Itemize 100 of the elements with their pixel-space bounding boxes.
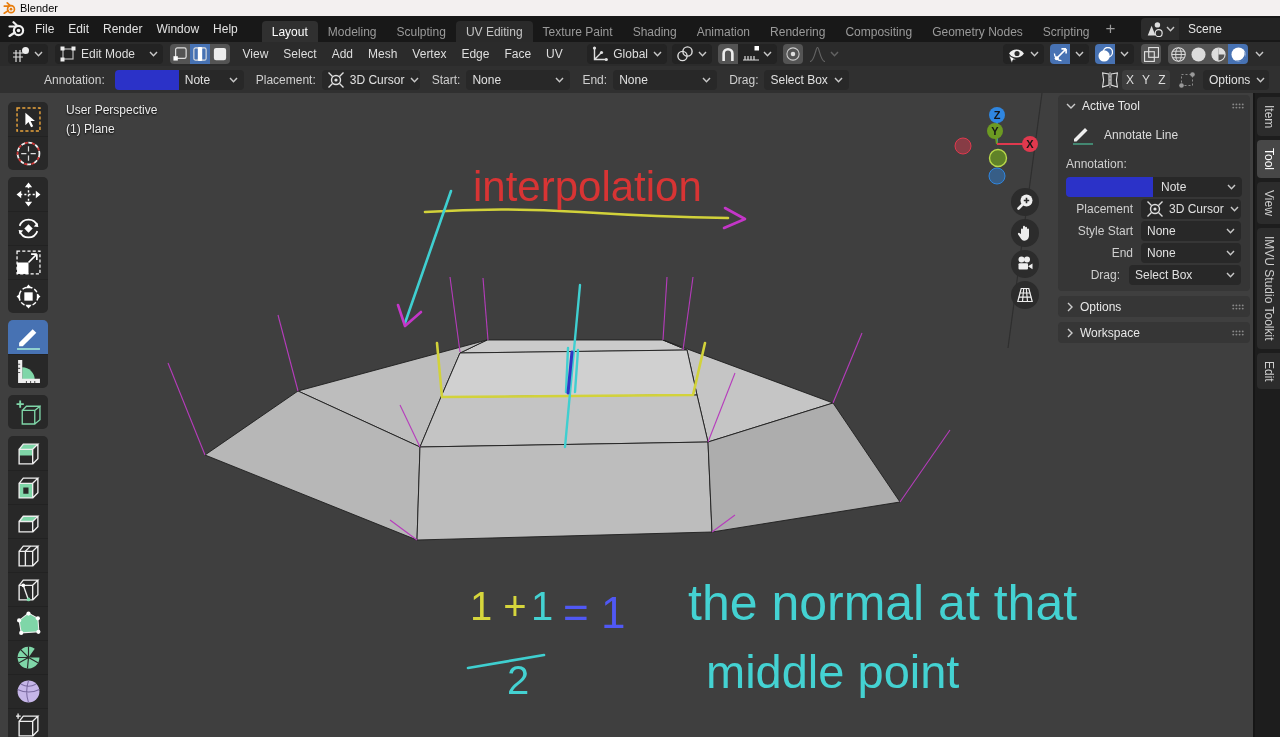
- select-mode-button[interactable]: [170, 44, 190, 64]
- menu-item[interactable]: Window: [149, 18, 207, 40]
- mode-dropdown[interactable]: Edit Mode: [55, 44, 163, 64]
- tool-button[interactable]: [8, 572, 48, 606]
- tool-button[interactable]: [8, 708, 48, 737]
- shading-button[interactable]: [1208, 44, 1228, 64]
- axis-toggle[interactable]: X: [1122, 69, 1138, 90]
- pivot-dropdown[interactable]: [672, 44, 713, 64]
- workspace-tab[interactable]: Sculpting: [386, 21, 456, 42]
- tool-button[interactable]: [8, 177, 48, 211]
- field-label: Drag:: [729, 72, 759, 87]
- dropdown[interactable]: 3D Cursor: [1141, 199, 1241, 219]
- layer-dropdown[interactable]: Note: [178, 69, 244, 90]
- axis-toggle[interactable]: Z: [1154, 69, 1170, 90]
- tool-button[interactable]: [8, 504, 48, 538]
- select-mode-button[interactable]: [210, 44, 230, 64]
- dropdown[interactable]: 3D Cursor: [321, 69, 420, 90]
- tool-button[interactable]: [8, 245, 48, 279]
- menu-item[interactable]: View: [235, 44, 276, 64]
- tool-button[interactable]: [8, 436, 48, 470]
- sidebar-tab[interactable]: Item: [1257, 97, 1280, 137]
- panel-header[interactable]: Options: [1058, 296, 1250, 317]
- scene-name-field[interactable]: Scene: [1179, 18, 1280, 40]
- overlay-dropdown[interactable]: [1115, 44, 1134, 64]
- color-swatch[interactable]: [1066, 177, 1153, 197]
- dropdown[interactable]: None: [613, 69, 718, 90]
- tool-button[interactable]: [8, 640, 48, 674]
- perspective-toggle-button[interactable]: [1011, 281, 1039, 309]
- gizmo-toggle[interactable]: [1050, 44, 1070, 64]
- sidebar-tab[interactable]: Edit: [1257, 352, 1280, 390]
- snap-target-dropdown[interactable]: [738, 44, 778, 64]
- camera-view-button[interactable]: [1011, 250, 1039, 278]
- options-dropdown[interactable]: Options: [1203, 69, 1269, 90]
- menu-item[interactable]: Face: [496, 44, 539, 64]
- workspace-tab[interactable]: Modeling: [317, 21, 387, 42]
- tool-button[interactable]: [8, 354, 48, 388]
- tool-button[interactable]: [8, 674, 48, 708]
- zoom-button[interactable]: [1011, 188, 1039, 216]
- gizmo-dropdown[interactable]: [1070, 44, 1089, 64]
- workspace-tab[interactable]: Geometry Nodes: [922, 21, 1033, 42]
- dropdown[interactable]: Select Box: [764, 69, 849, 90]
- tool-button[interactable]: [8, 136, 48, 170]
- shading-button[interactable]: [1228, 44, 1248, 64]
- menu-item[interactable]: Add: [324, 44, 361, 64]
- menu-item[interactable]: Help: [206, 18, 245, 40]
- menu-item[interactable]: Vertex: [404, 44, 454, 64]
- panel-header[interactable]: Active Tool: [1058, 95, 1250, 116]
- sidebar-tab[interactable]: IMVU Studio Toolkit: [1257, 228, 1280, 349]
- shading-button[interactable]: [1168, 44, 1188, 64]
- workspace-tab[interactable]: UV Editing: [455, 21, 533, 42]
- workspace-tab[interactable]: Texture Paint: [532, 21, 623, 42]
- negative-axis-handle[interactable]: [988, 167, 1006, 185]
- tool-button[interactable]: [8, 211, 48, 245]
- vertex-select-icon: [173, 47, 187, 61]
- pan-button[interactable]: [1011, 219, 1039, 247]
- snap-toggle[interactable]: [718, 44, 739, 64]
- scene-selector[interactable]: [1141, 18, 1179, 40]
- editor-type-dropdown[interactable]: [8, 44, 48, 64]
- workspace-tab[interactable]: Layout: [261, 21, 318, 42]
- tool-button[interactable]: [8, 538, 48, 572]
- menu-item[interactable]: Select: [275, 44, 325, 64]
- workspace-tab[interactable]: Animation: [686, 21, 761, 42]
- mesh-drawing[interactable]: [204, 339, 901, 541]
- negative-axis-handle[interactable]: [988, 148, 1008, 168]
- tool-button[interactable]: [8, 606, 48, 640]
- tool-button[interactable]: [8, 279, 48, 313]
- workspace-tab[interactable]: Shading: [622, 21, 687, 42]
- menu-item[interactable]: Edit: [61, 18, 97, 40]
- layer-dropdown[interactable]: Note: [1153, 177, 1242, 197]
- menu-item[interactable]: File: [28, 18, 62, 40]
- workspace-tab[interactable]: Rendering: [760, 21, 836, 42]
- sidebar-tab[interactable]: Tool: [1257, 140, 1280, 179]
- axis-toggle[interactable]: Y: [1138, 69, 1154, 90]
- add-workspace-button[interactable]: +: [1105, 18, 1116, 40]
- overlay-toggle[interactable]: [1095, 44, 1115, 64]
- dropdown[interactable]: Select Box: [1129, 265, 1241, 285]
- menu-item[interactable]: UV: [538, 44, 571, 64]
- menu-item[interactable]: Mesh: [360, 44, 405, 64]
- visibility-dropdown[interactable]: [1003, 44, 1044, 64]
- workspace-tab[interactable]: Scripting: [1032, 21, 1100, 42]
- dropdown[interactable]: None: [466, 69, 571, 90]
- tool-button[interactable]: [8, 102, 48, 136]
- tool-button[interactable]: [8, 395, 48, 429]
- panel-header[interactable]: Workspace: [1058, 322, 1250, 343]
- crosshair-icon: [15, 141, 41, 166]
- proportional-editing-toggle[interactable]: [783, 44, 804, 64]
- xray-toggle[interactable]: [1141, 44, 1161, 64]
- workspace-tab[interactable]: Compositing: [835, 21, 923, 42]
- color-swatch[interactable]: [114, 69, 179, 90]
- orientation-dropdown[interactable]: Global: [587, 44, 668, 64]
- tool-button[interactable]: [8, 470, 48, 504]
- select-mode-button[interactable]: [190, 44, 210, 64]
- menu-item[interactable]: Edge: [453, 44, 497, 64]
- menu-item[interactable]: Render: [96, 18, 150, 40]
- 3d-viewport[interactable]: [0, 93, 1253, 737]
- dropdown[interactable]: None: [1141, 221, 1241, 241]
- sidebar-tab[interactable]: View: [1257, 182, 1280, 225]
- axis-handle[interactable]: X: [996, 136, 1038, 152]
- negative-axis-handle[interactable]: [954, 137, 972, 155]
- dropdown[interactable]: None: [1141, 243, 1241, 263]
